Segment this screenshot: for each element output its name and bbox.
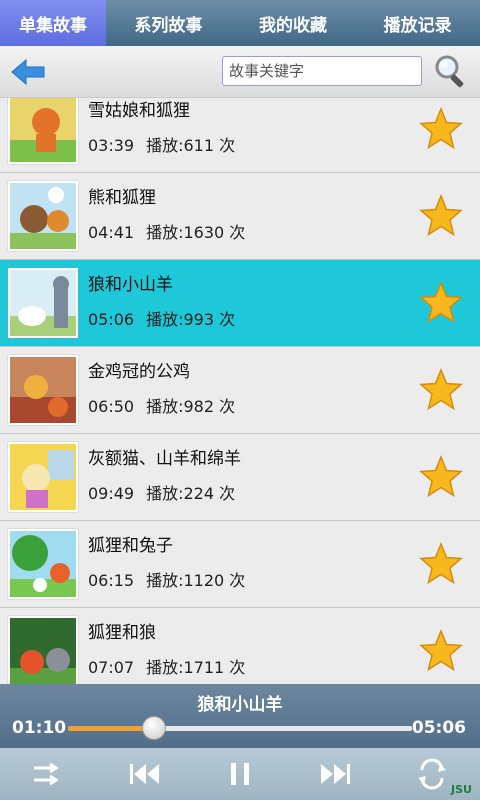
story-title: 熊和狐狸 (88, 188, 156, 208)
story-list[interactable]: 雪姑娘和狐狸 03:39 播放:611 次 熊和狐狸 04:41 播放:1630 次… (0, 98, 480, 684)
previous-track-icon[interactable] (126, 756, 162, 792)
back-arrow-icon[interactable] (8, 56, 48, 88)
next-track-icon[interactable] (318, 756, 354, 792)
search-input[interactable] (222, 56, 422, 86)
story-meta: 07:07 播放:1711 次 (88, 654, 245, 678)
progress-slider[interactable] (68, 716, 412, 740)
story-meta: 06:15 播放:1120 次 (88, 567, 245, 591)
story-row[interactable]: 狐狸和狼 07:07 播放:1711 次 (0, 608, 480, 684)
story-play-count: 播放:1630 次 (146, 223, 246, 242)
story-title: 狼和小山羊 (88, 275, 173, 295)
story-thumbnail (8, 442, 78, 512)
favorite-star-icon[interactable] (418, 454, 464, 500)
repeat-icon[interactable] (414, 756, 450, 792)
story-row[interactable]: 狐狸和兔子 06:15 播放:1120 次 (0, 521, 480, 608)
story-duration: 05:06 (88, 310, 135, 329)
story-title: 狐狸和狼 (88, 623, 156, 643)
now-playing-title: 狼和小山羊 (197, 695, 283, 715)
story-duration: 06:15 (88, 571, 135, 590)
story-duration: 04:41 (88, 223, 135, 242)
story-meta: 05:06 播放:993 次 (88, 306, 235, 330)
search-icon[interactable] (432, 52, 470, 90)
story-meta: 04:41 播放:1630 次 (88, 219, 245, 243)
tab-my-favorites[interactable]: 我的收藏 (231, 0, 356, 46)
tab-play-history[interactable]: 播放记录 (355, 0, 480, 46)
story-thumbnail (8, 98, 78, 164)
story-thumbnail (8, 181, 78, 251)
story-play-count: 播放:224 次 (146, 484, 236, 503)
story-thumbnail (8, 529, 78, 599)
favorite-star-icon[interactable] (418, 628, 464, 674)
story-meta: 06:50 播放:982 次 (88, 393, 235, 417)
favorite-star-icon[interactable] (418, 367, 464, 413)
audio-player: 狼和小山羊 01:10 05:06 JSU (0, 684, 480, 800)
progress-handle[interactable] (142, 716, 166, 740)
story-play-count: 播放:982 次 (146, 397, 236, 416)
top-tab-bar: 单集故事 系列故事 我的收藏 播放记录 (0, 0, 480, 46)
shuffle-icon[interactable] (30, 756, 66, 792)
total-time: 05:06 (411, 718, 466, 738)
story-meta: 09:49 播放:224 次 (88, 480, 235, 504)
favorite-star-icon[interactable] (418, 193, 464, 239)
watermark-logo: JSU (451, 783, 472, 796)
tab-series-stories[interactable]: 系列故事 (106, 0, 231, 46)
story-duration: 09:49 (88, 484, 135, 503)
favorite-star-icon[interactable] (418, 280, 464, 326)
pause-icon[interactable] (222, 756, 258, 792)
story-row[interactable]: 灰额猫、山羊和绵羊 09:49 播放:224 次 (0, 434, 480, 521)
story-row-selected[interactable]: 狼和小山羊 05:06 播放:993 次 (0, 260, 480, 347)
story-row[interactable]: 金鸡冠的公鸡 06:50 播放:982 次 (0, 347, 480, 434)
favorite-star-icon[interactable] (418, 541, 464, 587)
story-row[interactable]: 雪姑娘和狐狸 03:39 播放:611 次 (0, 98, 480, 173)
playback-controls: JSU (0, 748, 480, 800)
tab-single-stories[interactable]: 单集故事 (0, 0, 106, 46)
story-duration: 03:39 (88, 136, 135, 155)
story-duration: 07:07 (88, 658, 135, 677)
story-row[interactable]: 熊和狐狸 04:41 播放:1630 次 (0, 173, 480, 260)
current-time: 01:10 (12, 718, 67, 738)
story-duration: 06:50 (88, 397, 135, 416)
search-bar (0, 46, 480, 98)
story-title: 狐狸和兔子 (88, 536, 173, 556)
story-title: 雪姑娘和狐狸 (88, 101, 190, 121)
favorite-star-icon[interactable] (418, 106, 464, 152)
story-play-count: 播放:1711 次 (146, 658, 246, 677)
story-play-count: 播放:611 次 (146, 136, 236, 155)
story-play-count: 播放:993 次 (146, 310, 236, 329)
story-title: 金鸡冠的公鸡 (88, 362, 190, 382)
story-play-count: 播放:1120 次 (146, 571, 246, 590)
story-thumbnail (8, 268, 78, 338)
story-meta: 03:39 播放:611 次 (88, 132, 235, 156)
story-title: 灰额猫、山羊和绵羊 (88, 449, 241, 469)
story-thumbnail (8, 355, 78, 425)
story-thumbnail (8, 616, 78, 684)
